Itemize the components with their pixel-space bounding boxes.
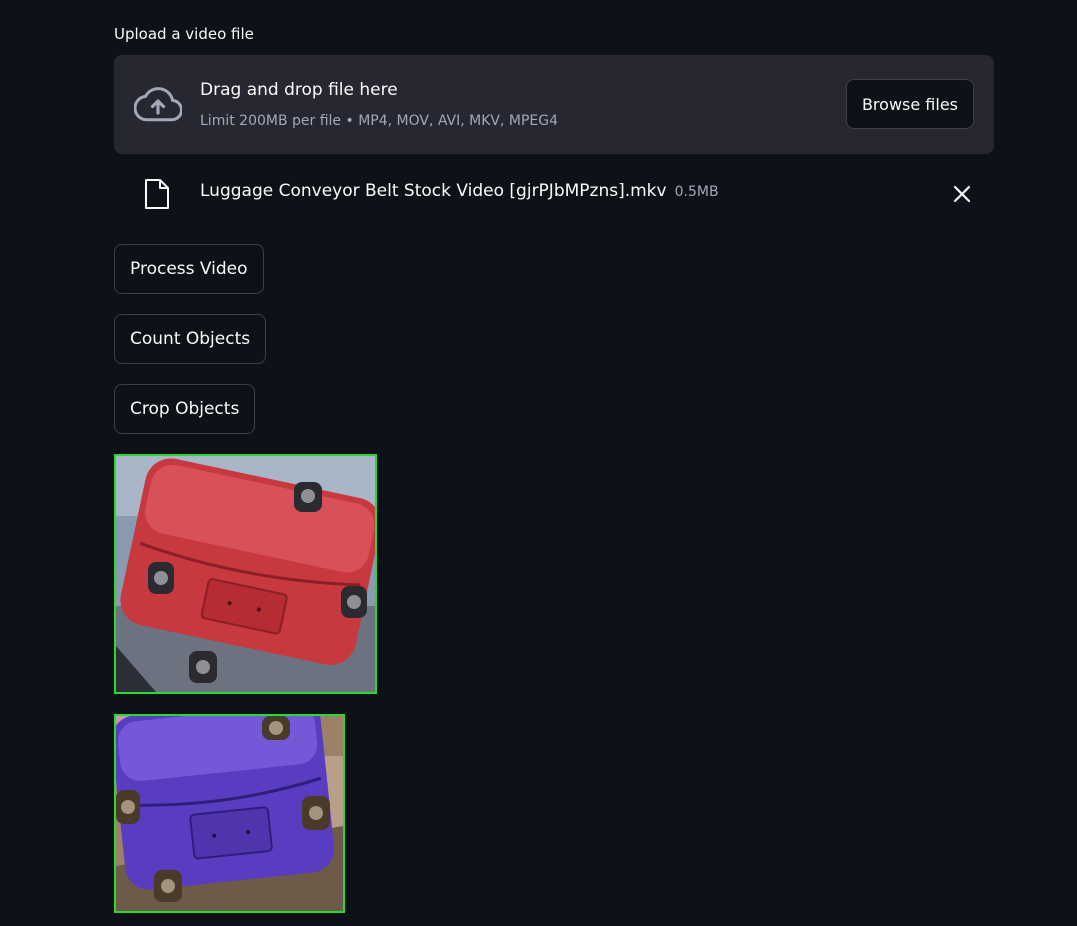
count-objects-button[interactable]: Count Objects	[114, 314, 267, 364]
file-size: 0.5MB	[674, 184, 719, 200]
cloud-upload-icon	[134, 87, 182, 122]
file-dropzone[interactable]: Drag and drop file here Limit 200MB per …	[114, 55, 994, 154]
close-icon[interactable]	[950, 182, 974, 206]
crop-objects-button[interactable]: Crop Objects	[114, 384, 256, 434]
uploader-label: Upload a video file	[114, 25, 254, 43]
dropzone-hint: Limit 200MB per file • MP4, MOV, AVI, MK…	[200, 113, 559, 129]
cropped-object-image	[114, 454, 377, 694]
process-video-button[interactable]: Process Video	[114, 244, 264, 294]
cropped-object-image	[114, 714, 345, 913]
browse-files-button[interactable]: Browse files	[845, 79, 974, 129]
dropzone-title: Drag and drop file here	[200, 80, 398, 100]
file-icon	[145, 179, 169, 209]
uploaded-file-name: Luggage Conveyor Belt Stock Video [gjrPJ…	[200, 181, 719, 201]
uploaded-file-row: Luggage Conveyor Belt Stock Video [gjrPJ…	[114, 168, 994, 218]
file-name-text: Luggage Conveyor Belt Stock Video [gjrPJ…	[200, 181, 667, 201]
